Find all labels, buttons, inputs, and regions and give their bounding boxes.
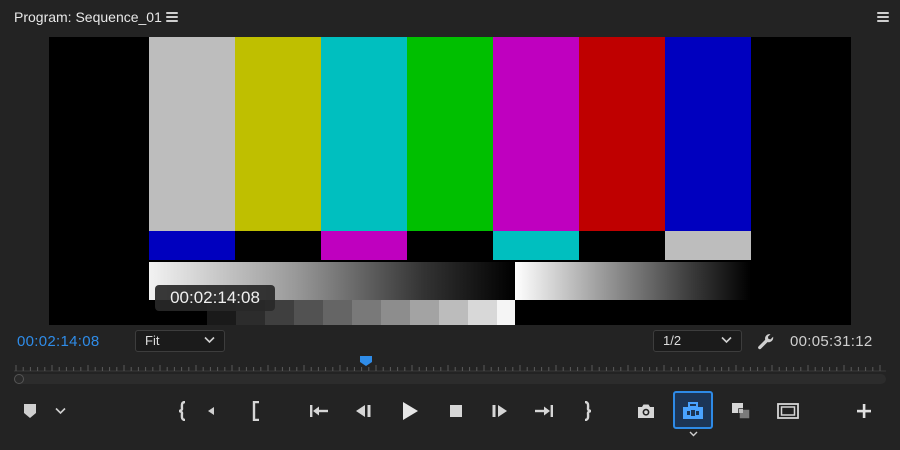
gray-step-9 bbox=[439, 300, 468, 325]
button-editor-icon-wrap[interactable] bbox=[680, 398, 706, 424]
plus-icon bbox=[857, 404, 871, 418]
go-to-in-icon bbox=[310, 405, 328, 417]
gray-step-5 bbox=[323, 300, 352, 325]
gray-step-10 bbox=[468, 300, 497, 325]
color-bar-cyan bbox=[321, 37, 407, 231]
color-bar-blue bbox=[665, 37, 751, 231]
safe-margins-icon bbox=[777, 403, 799, 419]
color-bar-magenta bbox=[493, 37, 579, 231]
step-forward-button[interactable] bbox=[486, 398, 512, 424]
chevron-down-icon bbox=[689, 431, 697, 437]
color-bar-gray bbox=[149, 37, 235, 231]
gray-step-6 bbox=[352, 300, 381, 325]
step-back-button[interactable] bbox=[351, 398, 377, 424]
camera-icon bbox=[638, 404, 654, 418]
program-monitor-viewer[interactable] bbox=[49, 37, 851, 325]
step-back-icon bbox=[356, 405, 371, 417]
safe-margins-button[interactable] bbox=[775, 398, 801, 424]
mid-bar-magenta bbox=[321, 231, 407, 260]
triangle-left-icon bbox=[208, 407, 214, 415]
add-marker-button[interactable] bbox=[17, 398, 43, 424]
gray-step-8 bbox=[410, 300, 439, 325]
zoom-scrollbar[interactable] bbox=[14, 374, 886, 384]
go-to-out-icon bbox=[535, 405, 553, 417]
comparison-view-button[interactable] bbox=[728, 398, 754, 424]
marker-icon bbox=[24, 404, 36, 418]
time-ruler[interactable] bbox=[14, 362, 886, 372]
wrench-icon[interactable] bbox=[756, 332, 776, 352]
color-bar-yellow bbox=[235, 37, 321, 231]
chevron-down-icon bbox=[54, 407, 66, 415]
current-timecode[interactable]: 00:02:14:08 bbox=[17, 333, 100, 350]
mark-out-bracket-icon bbox=[252, 401, 259, 421]
export-frame-button[interactable] bbox=[633, 398, 659, 424]
mark-in-icon bbox=[178, 401, 186, 421]
comparison-view-icon bbox=[732, 403, 751, 420]
panel-title[interactable]: Program: Sequence_01 bbox=[14, 9, 162, 25]
mark-out-curly-button[interactable] bbox=[574, 398, 600, 424]
mark-out-icon bbox=[584, 401, 592, 421]
panel-menu-icon[interactable] bbox=[877, 12, 889, 22]
timecode-overlay: 00:02:14:08 bbox=[155, 285, 275, 311]
mid-bar-blue bbox=[149, 231, 235, 260]
go-to-in-button[interactable] bbox=[306, 398, 332, 424]
chevron-down-icon bbox=[721, 336, 732, 344]
gray-step-11 bbox=[497, 300, 515, 325]
color-bar-green bbox=[407, 37, 493, 231]
step-forward-icon bbox=[492, 405, 507, 417]
zoom-level-select[interactable]: Fit bbox=[135, 330, 225, 352]
zoom-scrollbar-handle[interactable] bbox=[14, 374, 24, 384]
resolution-value: 1/2 bbox=[663, 333, 682, 348]
duration-timecode: 00:05:31:12 bbox=[790, 333, 873, 350]
mark-out-button[interactable] bbox=[243, 398, 269, 424]
go-to-in-point-small-button[interactable] bbox=[198, 398, 224, 424]
playback-resolution-select[interactable]: 1/2 bbox=[653, 330, 742, 352]
mid-bar-gray bbox=[665, 231, 751, 260]
button-editor-expand-button[interactable] bbox=[680, 428, 706, 440]
play-button[interactable] bbox=[397, 398, 423, 424]
mid-bar-cyan bbox=[493, 231, 579, 260]
stop-icon bbox=[450, 405, 462, 417]
gradient-ramp-right-inner bbox=[515, 262, 751, 300]
play-icon bbox=[403, 402, 418, 420]
go-to-out-button[interactable] bbox=[531, 398, 557, 424]
zoom-level-value: Fit bbox=[145, 333, 160, 348]
gray-step-7 bbox=[381, 300, 410, 325]
panel-title-menu-icon[interactable] bbox=[166, 12, 178, 22]
mark-in-button[interactable] bbox=[170, 398, 196, 424]
chevron-down-icon bbox=[204, 336, 215, 344]
add-button[interactable] bbox=[851, 398, 877, 424]
gray-step-4 bbox=[294, 300, 323, 325]
marker-options-button[interactable] bbox=[47, 398, 73, 424]
stop-button[interactable] bbox=[443, 398, 469, 424]
toolbox-icon bbox=[683, 402, 703, 419]
panel-header: Program: Sequence_01 bbox=[0, 0, 900, 34]
playhead[interactable] bbox=[360, 356, 372, 366]
color-bar-red bbox=[579, 37, 665, 231]
